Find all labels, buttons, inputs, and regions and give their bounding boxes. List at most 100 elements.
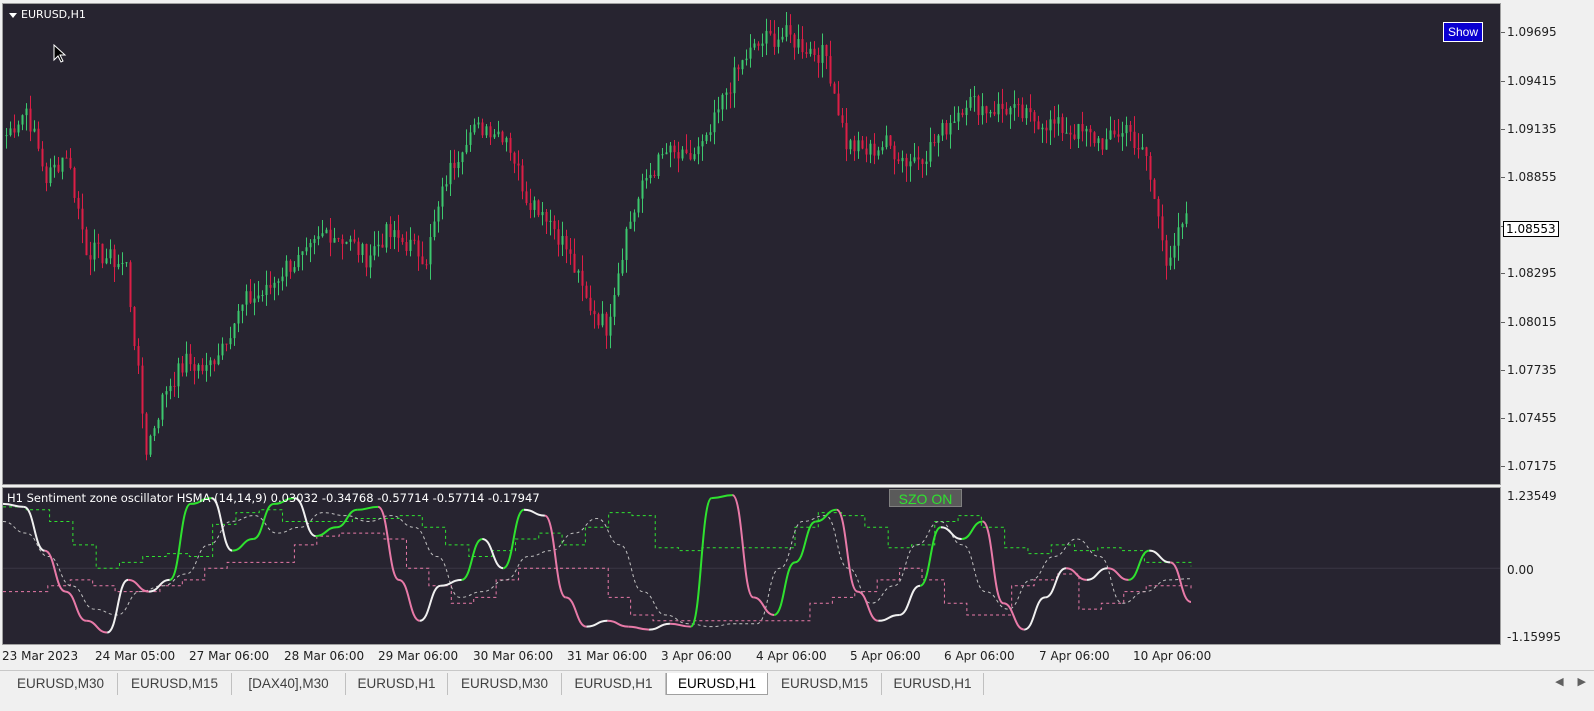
chart-tab[interactable]: EURUSD,H1 [346,673,448,695]
indicator-axis-label: 1.23549 [1507,489,1557,503]
price-label: 1.07175 [1507,459,1557,473]
candle-body [1073,134,1076,139]
candle-body [785,25,788,37]
chart-tab[interactable]: EURUSD,H1 [562,673,666,695]
candle-body [893,145,896,160]
candle-body [377,244,380,247]
candle-body [885,135,888,148]
candle-body [593,310,596,315]
tab-scroll-right-icon[interactable]: ▶ [1578,675,1586,688]
candle-body [877,150,880,156]
chart-tab[interactable]: EURUSD,M15 [768,673,882,695]
price-tick [1501,418,1505,419]
candle-body [589,297,592,311]
candle-body [233,323,236,339]
szo-line-segment [898,584,921,616]
candle-body [1121,133,1124,137]
szo-line-segment [440,578,462,587]
candle-body [173,385,176,387]
candle-body [1093,132,1096,144]
candle-body [697,146,700,155]
candle-body [581,270,584,286]
candle-body [645,177,648,181]
szo-line-segment [524,508,545,517]
price-label: 1.09695 [1507,25,1557,39]
candle-body [1149,155,1152,180]
main-price-pane[interactable]: EURUSD,H1 Show [2,3,1501,485]
time-label: 6 Apr 06:00 [944,649,1015,663]
candle-body [17,124,20,133]
candle-body [1069,132,1072,135]
chart-tab[interactable]: EURUSD,M30 [4,673,118,695]
szo-line-segment [565,596,587,628]
candle-body [261,295,264,297]
candle-body [617,273,620,296]
symbol-title[interactable]: EURUSD,H1 [9,8,86,21]
candle-body [289,260,292,272]
candle-body [557,229,560,245]
candle-body [13,128,16,133]
szo-line-segment [1065,567,1087,581]
szo-line-segment [357,505,379,511]
candle-body [265,284,268,296]
candle-body [709,132,712,135]
candle-body [857,140,860,152]
candle-body [577,270,580,273]
szo-line-segment [940,526,962,540]
candle-body [197,364,200,371]
candle-body [57,164,60,172]
candle-body [989,111,992,114]
candle-body [1081,124,1084,132]
candle-body [389,224,392,238]
candle-body [425,264,428,266]
candle-body [1173,245,1176,258]
candle-body [37,128,40,149]
szo-line-segment [86,619,108,634]
show-button[interactable]: Show [1443,22,1483,42]
candle-body [881,147,884,151]
candle-body [21,115,24,125]
candle-body [421,256,424,265]
candle-body [933,142,936,144]
szo-line-segment [731,494,755,599]
candle-body [349,239,352,242]
candle-body [981,106,984,116]
candle-body [89,255,92,260]
candle-body [977,96,980,116]
candle-body [97,242,100,244]
chart-tab[interactable]: [DAX40],M30 [232,673,346,695]
candle-body [1049,119,1052,131]
chart-tab[interactable]: EURUSD,H1 [882,673,984,695]
candle-body [1025,108,1028,119]
price-axis[interactable]: 1.096951.094151.091351.088551.085751.082… [1501,0,1594,645]
candle-body [397,230,400,238]
candle-body [841,115,844,123]
candle-body [737,67,740,70]
szo-line-segment [23,505,46,552]
szo-line-segment [919,526,942,587]
szo-line-segment [711,494,733,500]
candle-body [257,295,260,299]
candle-body [1029,108,1032,113]
candle-body [537,200,540,216]
time-axis[interactable]: 23 Mar 2023 24 Mar 05:00 27 Mar 06:00 28 Ma… [0,645,1594,669]
price-label: 1.09135 [1507,122,1557,136]
chart-tab[interactable]: EURUSD,M30 [448,673,562,695]
indicator-pane[interactable]: H1 Sentiment zone oscillator HSMA (14,14… [2,487,1501,645]
candle-body [45,166,48,184]
candle-body [993,111,996,115]
dropdown-triangle-icon[interactable] [9,12,17,18]
candle-body [85,229,88,256]
candle-body [725,92,728,95]
candle-body [353,239,356,242]
candle-body [833,83,836,94]
candle-body [365,244,368,268]
tab-scroll-left-icon[interactable]: ◀ [1555,675,1563,688]
chart-tab[interactable]: EURUSD,M15 [118,673,232,695]
candle-body [277,281,280,283]
chart-tab[interactable]: EURUSD,H1 [666,673,768,695]
candle-body [649,174,652,178]
candle-body [241,304,244,311]
candle-body [29,108,32,132]
szo-on-badge[interactable]: SZO ON [889,489,962,507]
